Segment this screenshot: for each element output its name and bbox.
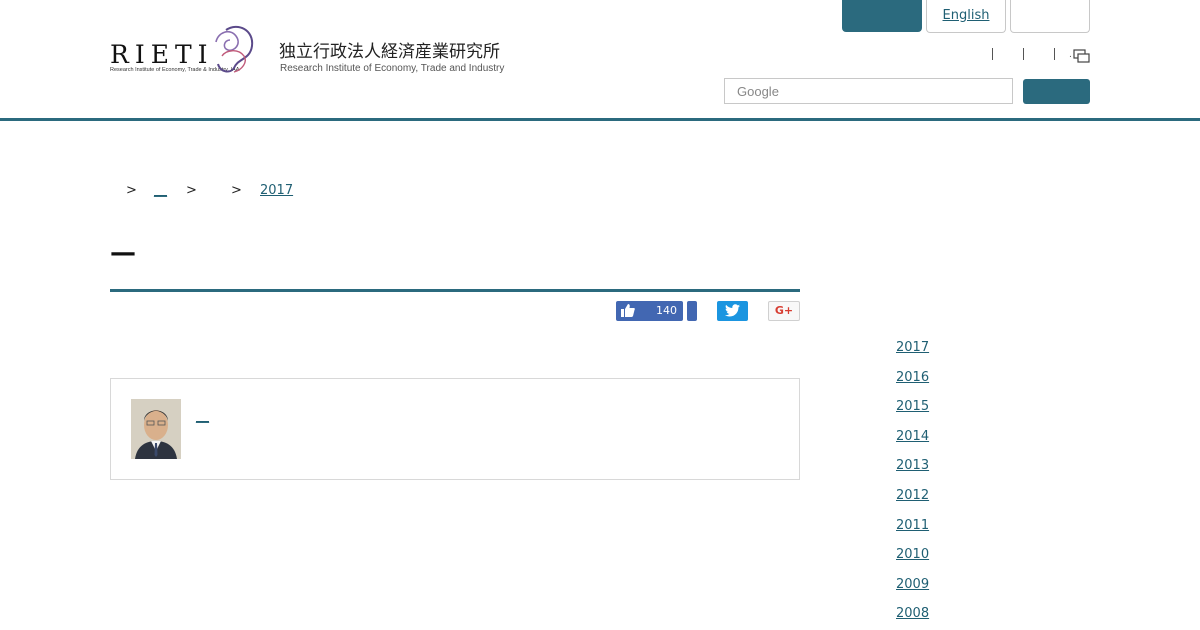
header-divider (0, 118, 1200, 121)
breadcrumb-item[interactable]: __ (154, 183, 167, 198)
util-separator (992, 48, 993, 60)
twitter-button[interactable] (717, 301, 748, 321)
year-list-item: 2015 (896, 395, 929, 425)
year-link[interactable]: 2008 (896, 606, 929, 621)
year-link[interactable]: 2010 (896, 547, 929, 562)
year-list-item: 2010 (896, 543, 929, 573)
org-name-en: Research Institute of Economy, Trade and… (280, 63, 505, 74)
facebook-share-button[interactable] (687, 301, 697, 321)
year-link[interactable]: 2015 (896, 399, 929, 414)
year-archive-list: 2017 2016 2015 2014 2013 2012 2011 2010 … (896, 336, 929, 630)
util-dot: . (1069, 50, 1072, 60)
year-link[interactable]: 2017 (896, 340, 929, 355)
header-primary-button[interactable] (842, 0, 922, 32)
year-link[interactable]: 2014 (896, 429, 929, 444)
google-plus-button[interactable]: G+ (768, 301, 800, 321)
year-list-item: 2009 (896, 573, 929, 603)
year-list-item: 2016 (896, 366, 929, 396)
logo-mark-icon (215, 25, 254, 73)
author-name-link[interactable]: __ (196, 409, 209, 424)
util-separator (1023, 48, 1024, 60)
org-name-ja: 独立行政法人経済産業研究所 (279, 42, 500, 62)
header-secondary-button[interactable] (1010, 0, 1090, 33)
site-header: RIETI Research Institute of Economy, Tra… (0, 0, 1200, 118)
author-box: __ (110, 378, 800, 480)
year-link[interactable]: 2012 (896, 488, 929, 503)
logo-word: RIETI (110, 40, 214, 69)
title-divider (110, 289, 800, 292)
thumbs-up-icon (621, 304, 635, 317)
page-title: — (110, 238, 136, 268)
breadcrumb-separator: > (231, 183, 242, 198)
twitter-bird-icon (725, 304, 740, 317)
year-list-item: 2011 (896, 514, 929, 544)
breadcrumb-separator: > (126, 183, 137, 198)
search-input[interactable] (724, 78, 1013, 104)
year-link[interactable]: 2011 (896, 518, 929, 533)
author-portrait (131, 399, 181, 459)
breadcrumb-item-year[interactable]: 2017 (260, 183, 293, 198)
year-link[interactable]: 2009 (896, 577, 929, 592)
english-link[interactable]: English (926, 0, 1006, 33)
year-link[interactable]: 2016 (896, 370, 929, 385)
year-list-item: 2008 (896, 602, 929, 630)
year-list-item: 2012 (896, 484, 929, 514)
breadcrumb-separator: > (186, 183, 197, 198)
util-separator (1054, 48, 1055, 60)
window-icon[interactable] (1073, 49, 1091, 63)
rieti-logo[interactable]: RIETI Research Institute of Economy, Tra… (108, 22, 258, 78)
like-count: 140 (656, 304, 677, 317)
search-button[interactable] (1023, 79, 1090, 104)
year-list-item: 2014 (896, 425, 929, 455)
author-photo (131, 399, 181, 459)
facebook-like-button[interactable]: 140 (616, 301, 683, 321)
year-link[interactable]: 2013 (896, 458, 929, 473)
year-list-item: 2013 (896, 454, 929, 484)
year-list-item: 2017 (896, 336, 929, 366)
